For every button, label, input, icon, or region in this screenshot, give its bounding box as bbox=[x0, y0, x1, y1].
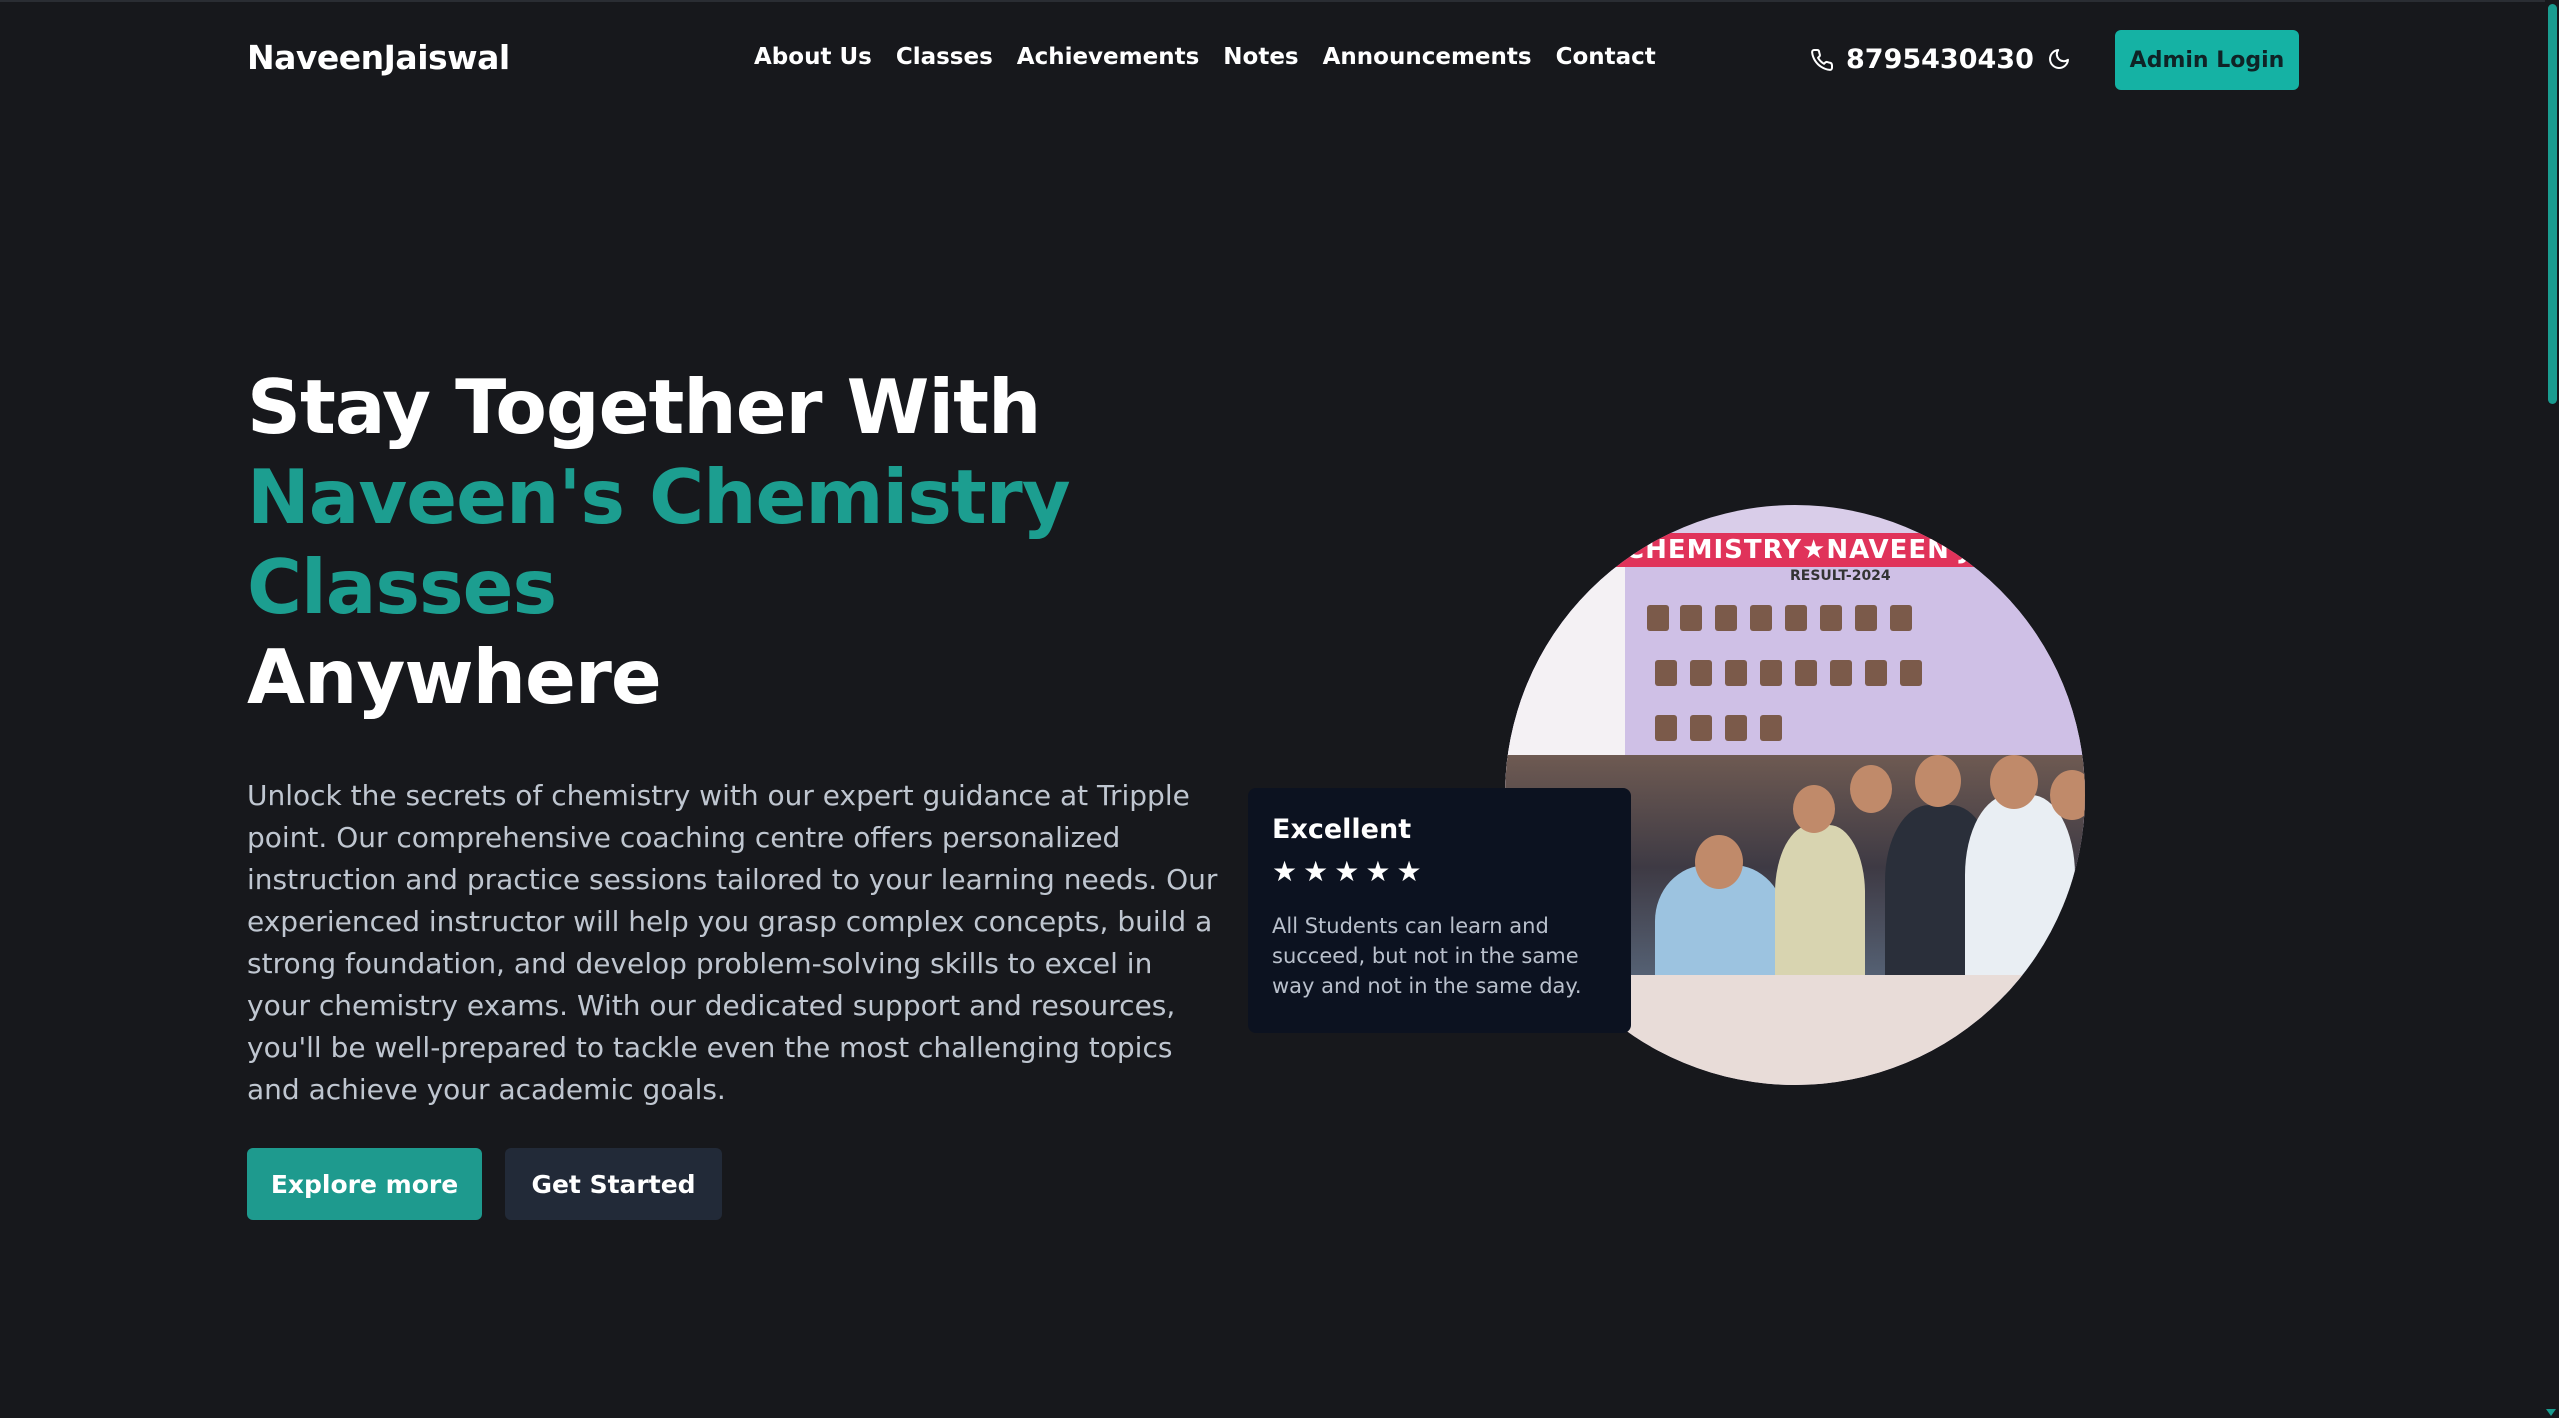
photo-portrait bbox=[1725, 660, 1747, 686]
nav-achievements[interactable]: Achievements bbox=[1017, 44, 1200, 70]
rating-stars: ★ ★ ★ ★ ★ bbox=[1272, 857, 1607, 887]
photo-portrait bbox=[1725, 715, 1747, 741]
photo-figure-head bbox=[1850, 765, 1892, 813]
star-icon: ★ bbox=[1365, 855, 1391, 888]
photo-portrait bbox=[1655, 715, 1677, 741]
scrollbar[interactable] bbox=[2545, 0, 2559, 1418]
star-icon: ★ bbox=[1334, 855, 1360, 888]
photo-portrait bbox=[1865, 660, 1887, 686]
photo-portrait bbox=[1655, 660, 1677, 686]
admin-login-button[interactable]: Admin Login bbox=[2115, 30, 2299, 90]
photo-portrait bbox=[1890, 605, 1912, 631]
phone-number: 8795430430 bbox=[1846, 44, 2034, 75]
photo-figure-head bbox=[1793, 785, 1835, 833]
photo-figure bbox=[1965, 795, 2075, 995]
photo-figure-head bbox=[1990, 755, 2038, 809]
photo-portrait bbox=[1760, 715, 1782, 741]
nav-contact[interactable]: Contact bbox=[1556, 44, 1656, 70]
review-title: Excellent bbox=[1272, 814, 1412, 845]
get-started-button[interactable]: Get Started bbox=[505, 1148, 722, 1220]
star-icon: ★ bbox=[1272, 855, 1298, 888]
photo-portrait bbox=[1900, 660, 1922, 686]
brand-logo[interactable]: NaveenJaiswal bbox=[247, 38, 510, 77]
photo-portrait bbox=[1690, 660, 1712, 686]
nav-about-us[interactable]: About Us bbox=[754, 44, 872, 70]
photo-portrait bbox=[1795, 660, 1817, 686]
photo-portrait bbox=[1760, 660, 1782, 686]
photo-portrait bbox=[1647, 605, 1669, 631]
hero-heading: Stay Together With Naveen's Chemistry Cl… bbox=[247, 362, 1071, 722]
hero-line-3: Classes bbox=[247, 543, 557, 631]
photo-portrait bbox=[1715, 605, 1737, 631]
photo-result-text: RESULT-2024 bbox=[1790, 568, 1891, 584]
photo-portrait bbox=[1690, 715, 1712, 741]
review-card: Excellent ★ ★ ★ ★ ★ All Students can lea… bbox=[1248, 788, 1631, 1033]
hero-description: Unlock the secrets of chemistry with our… bbox=[247, 779, 1218, 1106]
nav-notes[interactable]: Notes bbox=[1223, 44, 1298, 70]
moon-icon[interactable] bbox=[2047, 47, 2071, 71]
explore-more-button[interactable]: Explore more bbox=[247, 1148, 482, 1220]
phone-contact[interactable]: 8795430430 bbox=[1810, 44, 2034, 75]
scrollbar-thumb[interactable] bbox=[2548, 4, 2557, 404]
photo-banner-text: CHEMISTRY★NAVEEN JAI bbox=[1625, 535, 2003, 565]
star-icon: ★ bbox=[1396, 855, 1422, 888]
photo-figure-head bbox=[1695, 835, 1743, 889]
phone-icon bbox=[1811, 48, 1834, 71]
photo-figure-head bbox=[1915, 755, 1961, 807]
hero-line-4: Anywhere bbox=[247, 633, 662, 721]
photo-portrait bbox=[1750, 605, 1772, 631]
star-icon: ★ bbox=[1303, 855, 1329, 888]
nav-classes[interactable]: Classes bbox=[896, 44, 993, 70]
top-border bbox=[0, 0, 2559, 2]
photo-portrait bbox=[1830, 660, 1852, 686]
photo-figure bbox=[1775, 825, 1865, 995]
nav-announcements[interactable]: Announcements bbox=[1323, 44, 1532, 70]
photo-portrait bbox=[1855, 605, 1877, 631]
photo-portrait bbox=[1680, 605, 1702, 631]
photo-portrait bbox=[1820, 605, 1842, 631]
main-nav: About Us Classes Achievements Notes Anno… bbox=[754, 44, 1680, 70]
hero-line-2: Naveen's Chemistry bbox=[247, 453, 1071, 541]
review-text: All Students can learn and succeed, but … bbox=[1272, 914, 1582, 998]
hero-line-1: Stay Together With bbox=[247, 363, 1041, 451]
scroll-down-arrow-icon[interactable] bbox=[2546, 1409, 2556, 1416]
photo-portrait bbox=[1785, 605, 1807, 631]
